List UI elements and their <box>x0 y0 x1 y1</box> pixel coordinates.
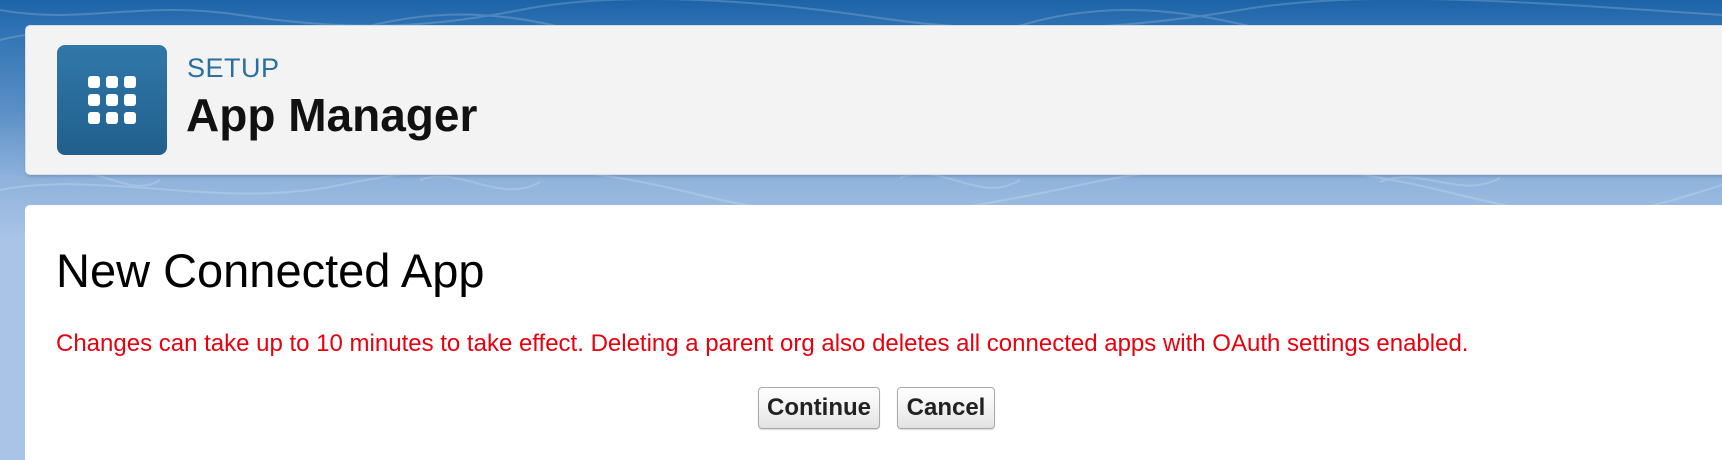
page-title: App Manager <box>186 89 478 141</box>
new-connected-app-panel: New Connected App Changes can take up to… <box>25 205 1722 460</box>
continue-button[interactable]: Continue <box>758 387 880 429</box>
breadcrumb-setup: SETUP <box>187 53 280 83</box>
setup-header: SETUP App Manager <box>25 25 1722 175</box>
cancel-button[interactable]: Cancel <box>897 387 995 429</box>
app-manager-tile <box>57 45 167 155</box>
section-title: New Connected App <box>56 244 485 297</box>
app-launcher-grid-icon <box>88 76 136 124</box>
warning-message: Changes can take up to 10 minutes to tak… <box>56 330 1469 357</box>
